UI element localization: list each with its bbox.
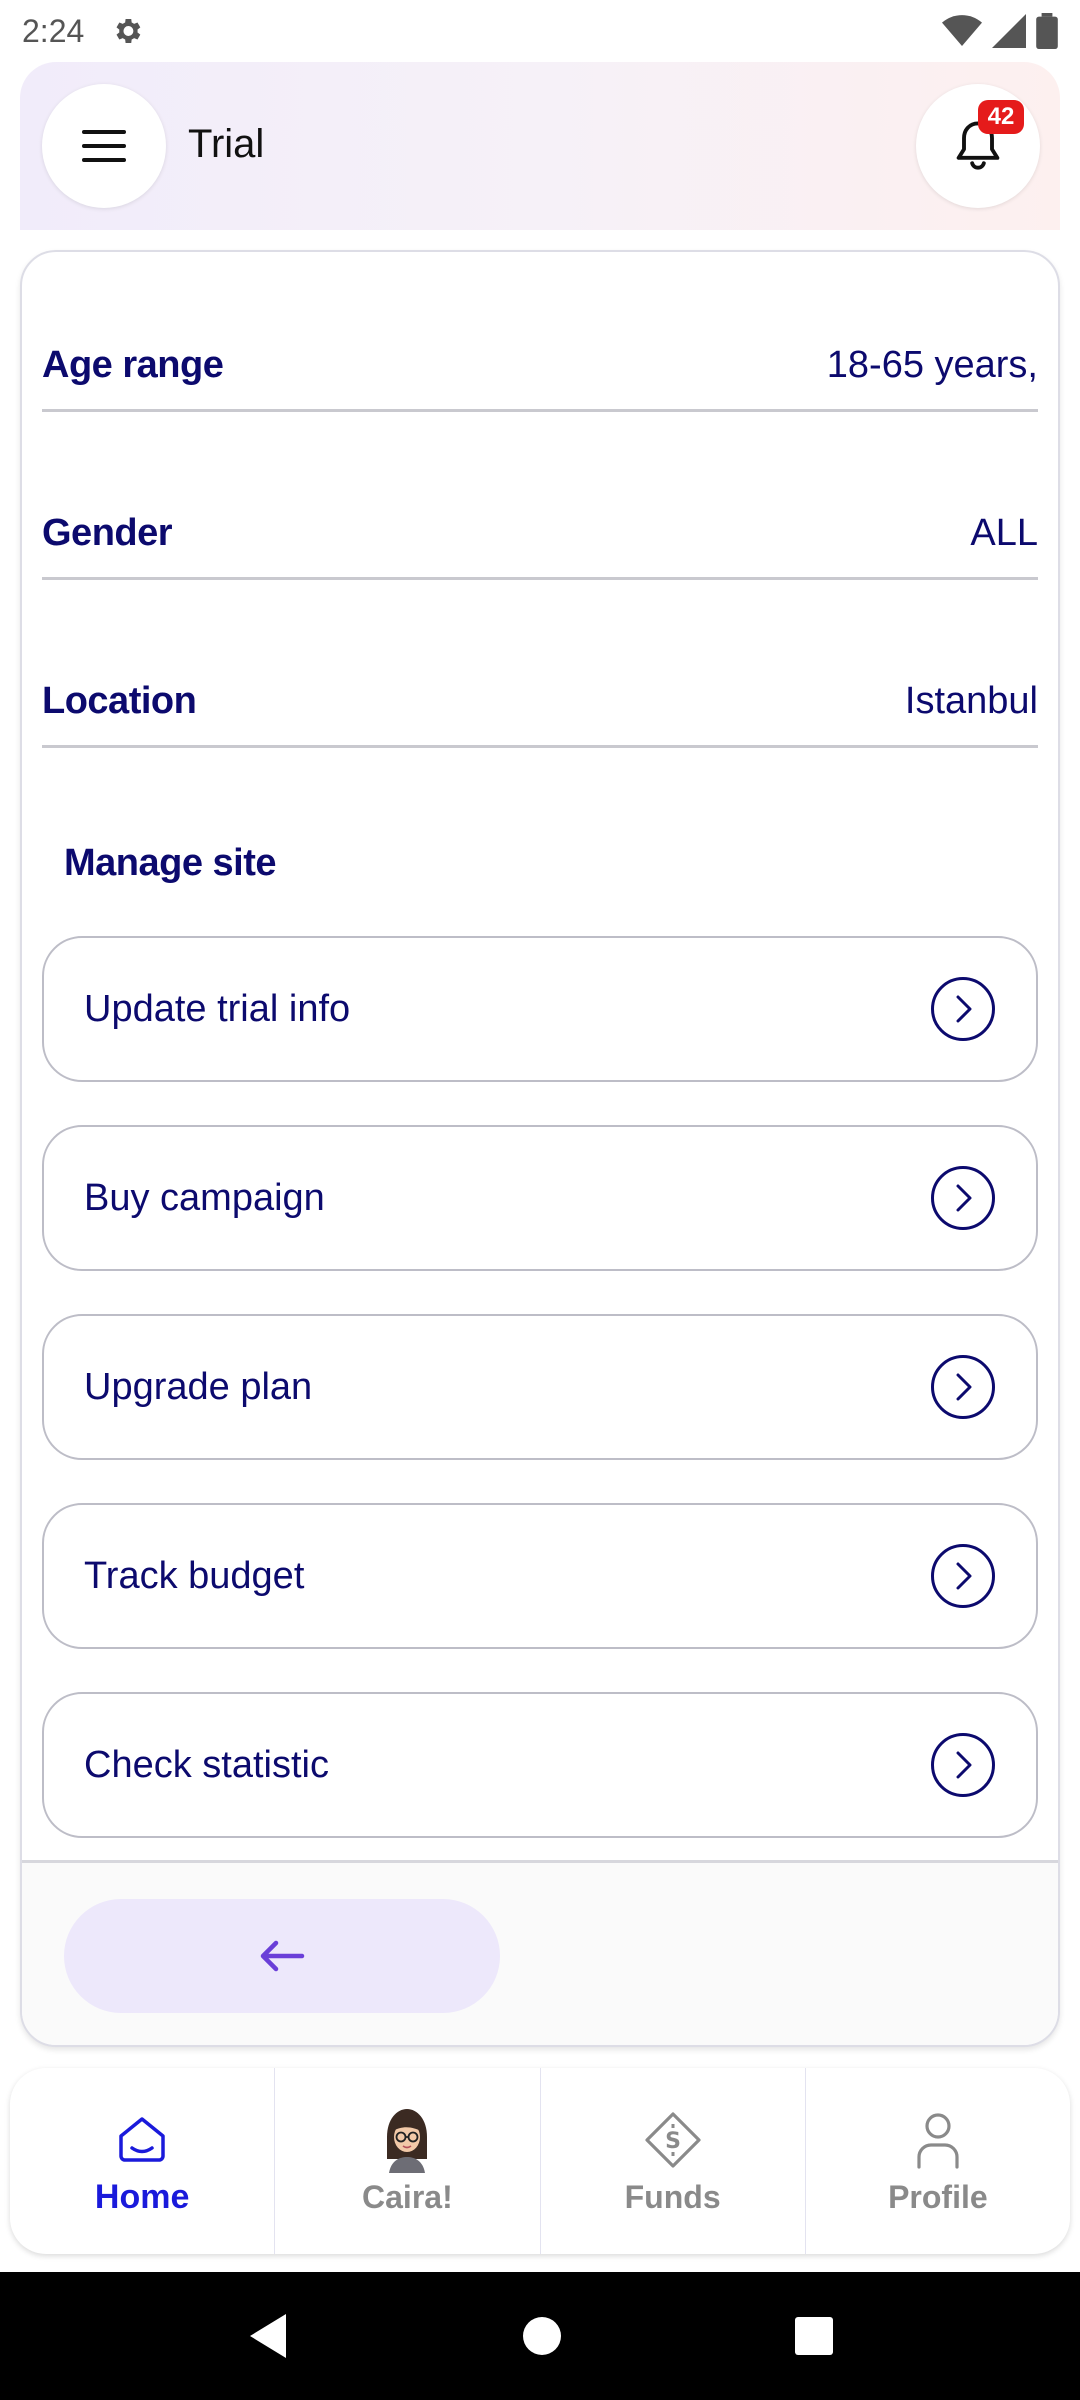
funds-icon: S	[645, 2111, 701, 2168]
nav-profile-label: Profile	[888, 2178, 988, 2215]
chevron-right-circle-icon	[930, 1165, 996, 1231]
update-trial-info-button[interactable]: Update trial info	[42, 936, 1038, 1082]
svg-text:S: S	[665, 2129, 681, 2154]
trial-details-card: Age range 18-65 years, Gender ALL Locati…	[20, 250, 1060, 2047]
location-value: Istanbul	[904, 680, 1038, 722]
status-icons	[942, 13, 1058, 49]
upgrade-plan-button[interactable]: Upgrade plan	[42, 1314, 1038, 1460]
action-label: Track budget	[84, 1554, 305, 1597]
nav-caira[interactable]: Caira!	[275, 2068, 541, 2254]
settings-gear-icon	[116, 18, 141, 44]
age-range-row: Age range 18-65 years,	[42, 322, 1038, 412]
action-label: Buy campaign	[84, 1176, 325, 1219]
battery-icon	[1036, 13, 1058, 49]
status-time: 2:24	[22, 12, 85, 49]
system-home-icon[interactable]	[522, 2316, 562, 2356]
app-header: Trial 42	[20, 62, 1060, 230]
cellular-signal-icon	[992, 14, 1026, 48]
hamburger-menu-icon	[82, 130, 126, 162]
system-navigation-bar	[0, 2272, 1080, 2400]
action-label: Upgrade plan	[84, 1365, 313, 1408]
chevron-right-circle-icon	[930, 1732, 996, 1798]
nav-funds[interactable]: S Funds	[541, 2068, 806, 2254]
gender-value: ALL	[970, 512, 1038, 554]
manage-site-heading: Manage site	[64, 842, 277, 884]
status-bar: 2:24	[0, 0, 1080, 62]
caira-avatar	[387, 2108, 428, 2173]
age-range-label: Age range	[42, 344, 224, 386]
location-row: Location Istanbul	[42, 658, 1038, 748]
notifications-button[interactable]: 42	[916, 84, 1040, 208]
nav-caira-label: Caira!	[362, 2178, 453, 2215]
bottom-navigation: Home Caira! S Funds Profile	[10, 2068, 1070, 2254]
nav-funds-label: Funds	[624, 2178, 721, 2215]
chevron-right-circle-icon	[930, 1543, 996, 1609]
action-label: Check statistic	[84, 1743, 329, 1786]
action-label: Update trial info	[84, 987, 351, 1030]
system-recents-icon[interactable]	[794, 2316, 834, 2356]
arrow-left-icon	[260, 1940, 305, 1972]
page-title: Trial	[188, 122, 265, 166]
chevron-right-circle-icon	[930, 976, 996, 1042]
wifi-icon	[942, 15, 982, 46]
card-footer	[22, 1860, 1058, 2045]
chevron-right-circle-icon	[930, 1354, 996, 1420]
profile-icon	[917, 2112, 959, 2169]
back-button[interactable]	[64, 1899, 500, 2013]
gender-row: Gender ALL	[42, 490, 1038, 580]
nav-home-label: Home	[94, 2177, 190, 2216]
nav-profile[interactable]: Profile	[806, 2068, 1070, 2254]
gender-label: Gender	[42, 512, 173, 554]
age-range-value: 18-65 years,	[826, 344, 1038, 386]
location-label: Location	[42, 680, 197, 722]
nav-home[interactable]: Home	[10, 2068, 276, 2254]
buy-campaign-button[interactable]: Buy campaign	[42, 1125, 1038, 1271]
home-icon	[119, 2116, 165, 2162]
system-back-icon[interactable]	[246, 2312, 290, 2360]
notification-count-badge: 42	[978, 100, 1024, 134]
track-budget-button[interactable]: Track budget	[42, 1503, 1038, 1649]
check-statistic-button[interactable]: Check statistic	[42, 1692, 1038, 1838]
menu-button[interactable]	[42, 84, 166, 208]
